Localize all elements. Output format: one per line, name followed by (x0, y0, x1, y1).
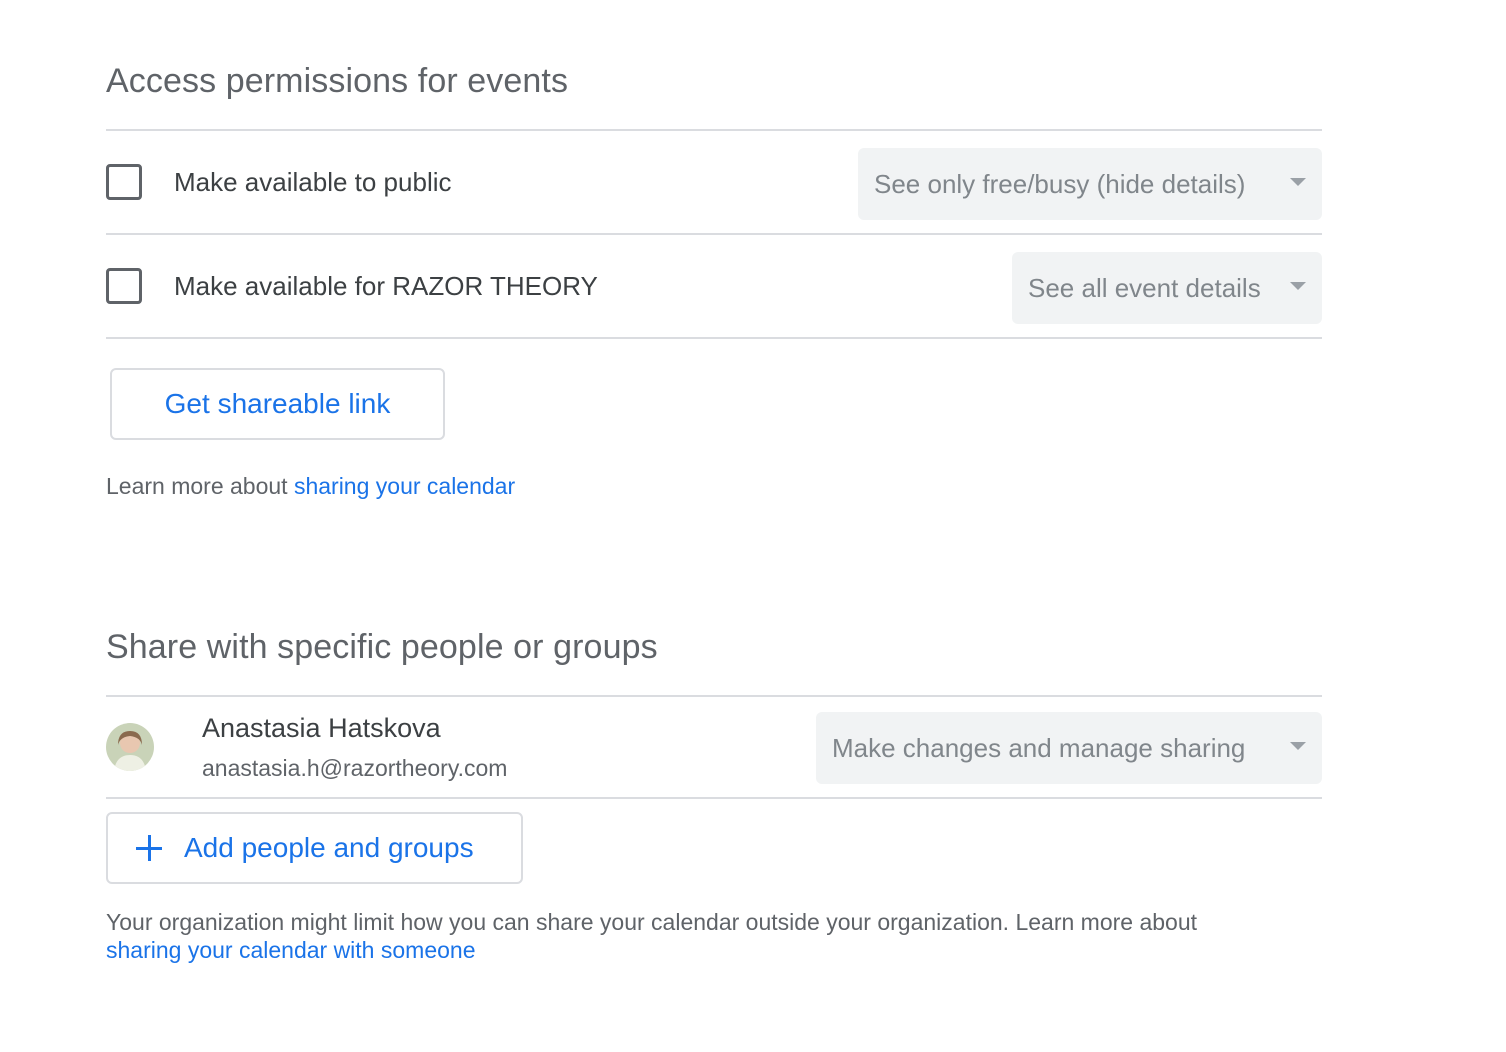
calendar-sharing-settings: Access permissions for events Make avail… (0, 0, 1506, 1052)
add-people-label: Add people and groups (184, 832, 474, 863)
person-permission-value: Make changes and manage sharing (832, 732, 1246, 763)
sharing-with-someone-link[interactable]: sharing your calendar with someone (106, 937, 475, 963)
get-shareable-link-button[interactable]: Get shareable link (110, 368, 445, 440)
share-help-prefix: Your organization might limit how you ca… (106, 909, 1198, 935)
public-permission-select[interactable]: See only free/busy (hide details) (858, 148, 1322, 220)
add-people-button[interactable]: Add people and groups (106, 812, 523, 884)
share-people-section: Share with specific people or groups Ana… (106, 628, 1322, 799)
person-row: Anastasia Hatskova anastasia.h@razortheo… (106, 697, 1322, 799)
org-permission-value: See all event details (1028, 272, 1261, 303)
avatar (106, 723, 154, 771)
share-help-text: Your organization might limit how you ca… (106, 908, 1322, 964)
access-permissions-section: Access permissions for events Make avail… (106, 62, 1322, 339)
org-checkbox[interactable] (106, 268, 142, 304)
person-email: anastasia.h@razortheory.com (202, 755, 508, 781)
person-permission-select[interactable]: Make changes and manage sharing (816, 712, 1322, 784)
caret-down-icon (1290, 178, 1306, 186)
get-shareable-link-label: Get shareable link (164, 388, 391, 419)
org-permission-select[interactable]: See all event details (1012, 252, 1322, 324)
org-label: Make available for RAZOR THEORY (174, 270, 598, 301)
access-permissions-title: Access permissions for events (106, 62, 569, 100)
public-label: Make available to public (174, 166, 452, 197)
share-people-title: Share with specific people or groups (106, 628, 658, 666)
public-checkbox[interactable] (106, 164, 142, 200)
access-help-text: Learn more about sharing your calendar (106, 472, 515, 500)
public-permission-value: See only free/busy (hide details) (874, 168, 1246, 199)
org-permission-row: Make available for RAZOR THEORY See all … (106, 235, 1322, 339)
access-help-prefix: Learn more about (106, 473, 294, 499)
caret-down-icon (1290, 742, 1306, 750)
plus-icon (136, 835, 162, 861)
sharing-your-calendar-link[interactable]: sharing your calendar (294, 473, 515, 499)
caret-down-icon (1290, 282, 1306, 290)
person-name: Anastasia Hatskova (202, 713, 441, 743)
public-permission-row: Make available to public See only free/b… (106, 131, 1322, 235)
